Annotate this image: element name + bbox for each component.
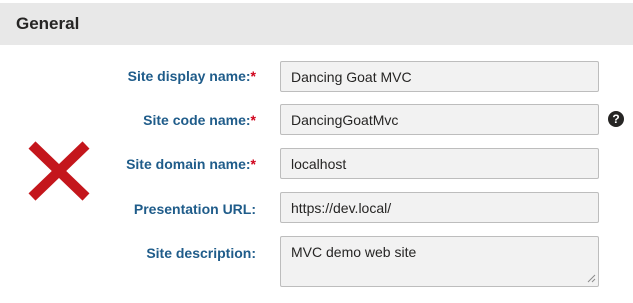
general-settings-panel: General Site display name:* Site code na…: [0, 0, 633, 303]
site-domain-name-label: Site domain name:*: [126, 155, 256, 173]
required-marker: *: [250, 68, 256, 84]
site-code-name-label-text: Site code name:: [143, 112, 251, 128]
required-marker: *: [250, 156, 256, 172]
section-header: General: [0, 3, 633, 45]
close-icon: [28, 141, 90, 201]
presentation-url-input[interactable]: [280, 192, 599, 223]
resize-grip-icon[interactable]: [586, 273, 596, 283]
site-domain-name-input[interactable]: [280, 148, 599, 179]
site-code-name-input[interactable]: [280, 104, 599, 135]
question-circle-icon[interactable]: ?: [608, 111, 624, 127]
presentation-url-label-text: Presentation URL:: [133, 201, 256, 217]
required-marker: *: [250, 112, 256, 128]
site-display-name-label-text: Site display name:: [127, 68, 251, 84]
site-description-label: Site description:: [146, 244, 256, 262]
site-display-name-label: Site display name:*: [128, 67, 256, 85]
site-description-textarea[interactable]: [280, 236, 599, 287]
site-code-name-label: Site code name:*: [143, 111, 256, 129]
site-domain-name-label-text: Site domain name:: [126, 156, 251, 172]
site-display-name-input[interactable]: [280, 61, 599, 92]
section-title: General: [16, 14, 80, 33]
site-description-label-text: Site description:: [146, 245, 256, 261]
presentation-url-label: Presentation URL:: [134, 200, 256, 218]
